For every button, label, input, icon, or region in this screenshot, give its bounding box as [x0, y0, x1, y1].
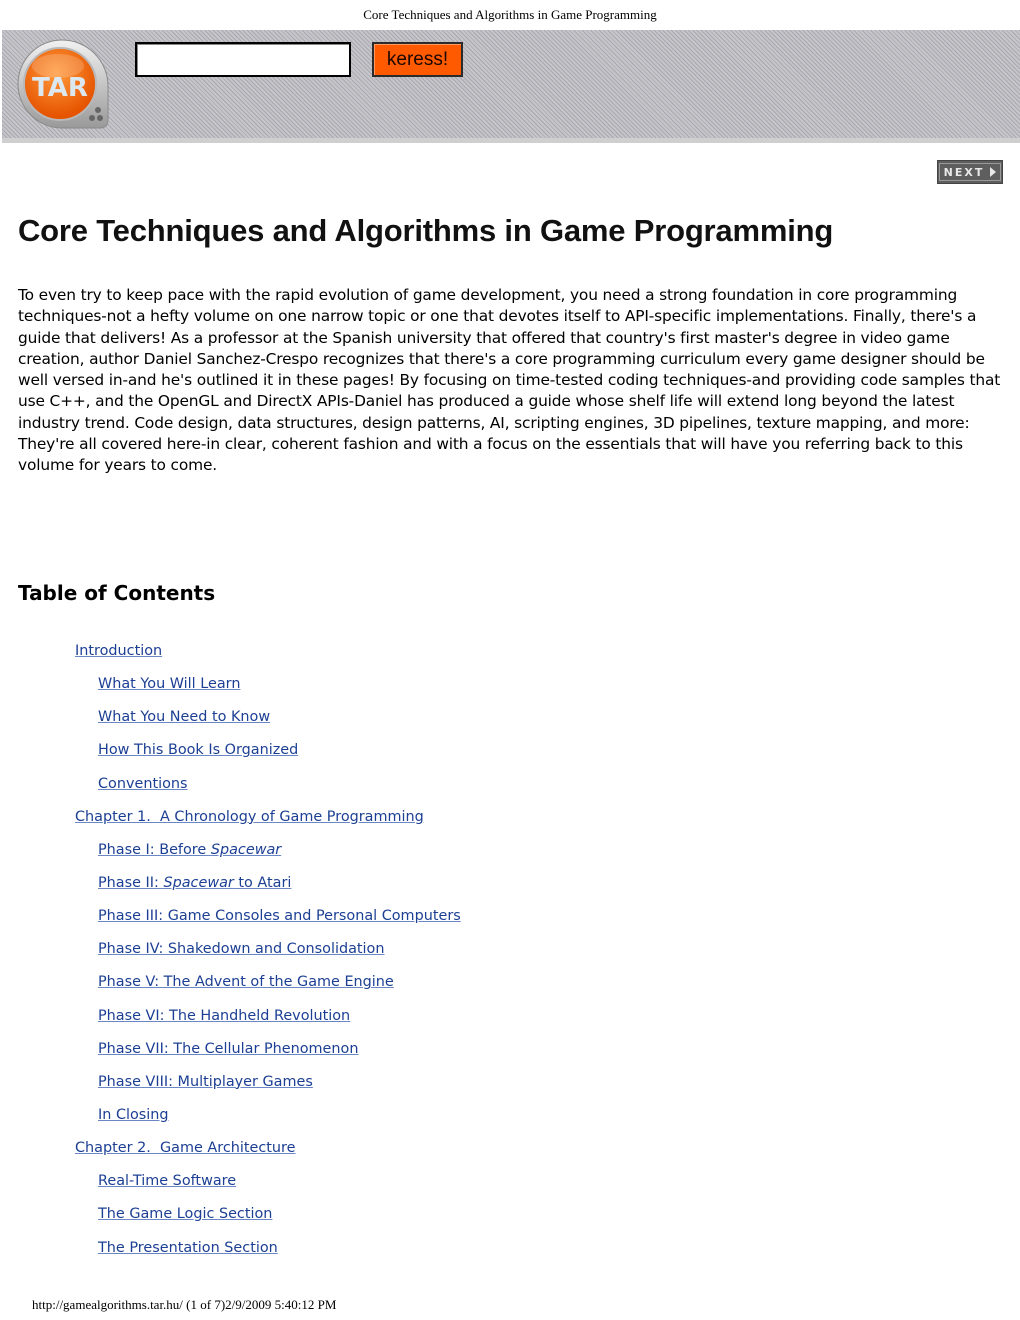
toc-section-item: Conventions [0, 774, 461, 807]
toc-link[interactable]: Phase VII: The Cellular Phenomenon [98, 1041, 358, 1057]
toc-chapter-item: Chapter 2. Game Architecture [0, 1138, 461, 1171]
toc-link[interactable]: Phase VIII: Multiplayer Games [98, 1074, 313, 1090]
toc-section-item: Phase VIII: Multiplayer Games [0, 1072, 461, 1105]
toc-section-item: The Game Logic Section [0, 1204, 461, 1237]
next-button[interactable]: NEXT [937, 160, 1003, 184]
toc-link[interactable]: Chapter 2. Game Architecture [75, 1140, 296, 1156]
toc-link[interactable]: Phase VI: The Handheld Revolution [98, 1008, 350, 1024]
print-header: Core Techniques and Algorithms in Game P… [363, 7, 657, 22]
toc-section-item: What You Will Learn [0, 674, 461, 707]
toc-link[interactable]: What You Will Learn [98, 676, 240, 692]
toc-section-item: Phase II: Spacewar to Atari [0, 873, 461, 906]
toc-link[interactable]: Chapter 1. A Chronology of Game Programm… [75, 809, 424, 825]
toc-section-item: What You Need to Know [0, 707, 461, 740]
arrow-right-icon [990, 167, 997, 177]
toc-link[interactable]: What You Need to Know [98, 709, 270, 725]
toc-link-italic-text: Spacewar [163, 874, 234, 891]
toc-link[interactable]: Phase III: Game Consoles and Personal Co… [98, 908, 461, 924]
toc-heading: Table of Contents [18, 581, 216, 605]
toc-link[interactable]: Conventions [98, 776, 188, 792]
search-button[interactable]: keress! [372, 42, 463, 77]
toc-section-item: Real-Time Software [0, 1171, 461, 1204]
toc-link-text: Phase II: [98, 874, 164, 891]
next-label: NEXT [943, 165, 985, 179]
toc-link[interactable]: The Game Logic Section [98, 1206, 272, 1222]
toc-link[interactable]: Introduction [75, 643, 162, 659]
table-of-contents: Introduction What You Will Learn What You … [0, 641, 461, 1271]
toc-link[interactable]: Phase I: Before Spacewar [98, 842, 281, 858]
toc-section-item: Phase VI: The Handheld Revolution [0, 1006, 461, 1039]
toc-link[interactable]: Phase V: The Advent of the Game Engine [98, 974, 394, 990]
search-input[interactable] [135, 42, 351, 77]
site-banner: TAR keress! [2, 30, 1020, 143]
toc-chapter-item: Introduction [0, 641, 461, 674]
toc-chapter-item: Chapter 1. A Chronology of Game Programm… [0, 807, 461, 840]
toc-section-item: Phase I: Before Spacewar [0, 840, 461, 873]
toc-link-italic-text: Spacewar [210, 841, 282, 858]
tar-logo-icon[interactable]: TAR [12, 36, 112, 134]
toc-section-item: The Presentation Section [0, 1238, 461, 1271]
book-description: To even try to keep pace with the rapid … [18, 286, 1001, 475]
toc-section-item: Phase IV: Shakedown and Consolidation [0, 939, 461, 972]
next-button-frame: NEXT [939, 163, 1001, 181]
print-footer: http://gamealgorithms.tar.hu/ (1 of 7)2/… [32, 1297, 337, 1312]
toc-link[interactable]: Phase IV: Shakedown and Consolidation [98, 941, 384, 957]
toc-section-item: Phase III: Game Consoles and Personal Co… [0, 906, 461, 939]
toc-link-text: to Atari [233, 874, 292, 891]
toc-link[interactable]: The Presentation Section [98, 1240, 278, 1256]
toc-section-item: In Closing [0, 1105, 461, 1138]
toc-link[interactable]: Phase II: Spacewar to Atari [98, 875, 291, 891]
logo-text: TAR [32, 73, 88, 103]
toc-section-item: Phase VII: The Cellular Phenomenon [0, 1039, 461, 1072]
toc-link[interactable]: Real-Time Software [98, 1173, 236, 1189]
page-title: Core Techniques and Algorithms in Game P… [18, 213, 834, 248]
toc-link-text: Phase I: Before [98, 841, 211, 858]
toc-link[interactable]: How This Book Is Organized [98, 742, 298, 758]
toc-link[interactable]: In Closing [98, 1107, 169, 1123]
toc-section-item: How This Book Is Organized [0, 740, 461, 773]
toc-section-item: Phase V: The Advent of the Game Engine [0, 972, 461, 1005]
